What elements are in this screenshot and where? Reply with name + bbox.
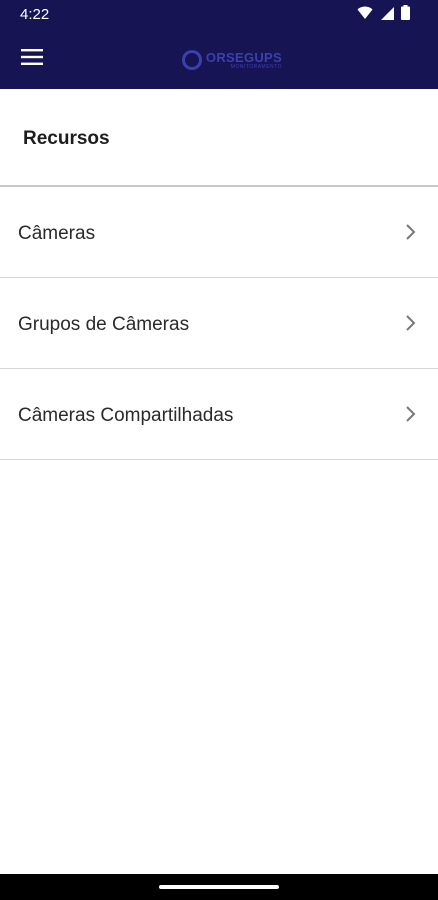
logo-name: ORSEGUPS (205, 49, 282, 65)
list-item-cameras[interactable]: Câmeras (0, 187, 438, 278)
battery-icon (401, 5, 410, 25)
list-item-camera-groups[interactable]: Grupos de Câmeras (0, 278, 438, 369)
home-gesture-handle[interactable] (159, 885, 279, 889)
menu-button[interactable] (14, 45, 50, 73)
status-icons (357, 5, 410, 25)
chevron-right-icon (405, 223, 417, 241)
system-nav-bar (0, 874, 438, 900)
chevron-right-icon (405, 314, 417, 332)
app-logo: ORSEGUPS MONITORAMENTO (182, 46, 282, 74)
signal-icon (380, 6, 394, 25)
logo-ring-icon (182, 50, 202, 70)
list-item-label: Grupos de Câmeras (18, 314, 190, 335)
wifi-icon (357, 6, 373, 25)
section-header: Recursos (0, 89, 438, 187)
list-item-label: Câmeras Compartilhadas (18, 405, 234, 426)
app-bar: ORSEGUPS MONITORAMENTO (0, 30, 438, 89)
resources-list: Câmeras Grupos de Câmeras Câmeras Compar… (0, 187, 438, 460)
chevron-right-icon (405, 405, 417, 423)
logo-tagline: MONITORAMENTO (230, 63, 282, 70)
list-item-label: Câmeras (18, 223, 96, 244)
status-bar: 4:22 (0, 0, 438, 30)
status-time: 4:22 (20, 6, 50, 23)
list-item-shared-cameras[interactable]: Câmeras Compartilhadas (0, 369, 438, 460)
section-title: Recursos (23, 128, 110, 149)
hamburger-menu-icon (21, 48, 43, 70)
